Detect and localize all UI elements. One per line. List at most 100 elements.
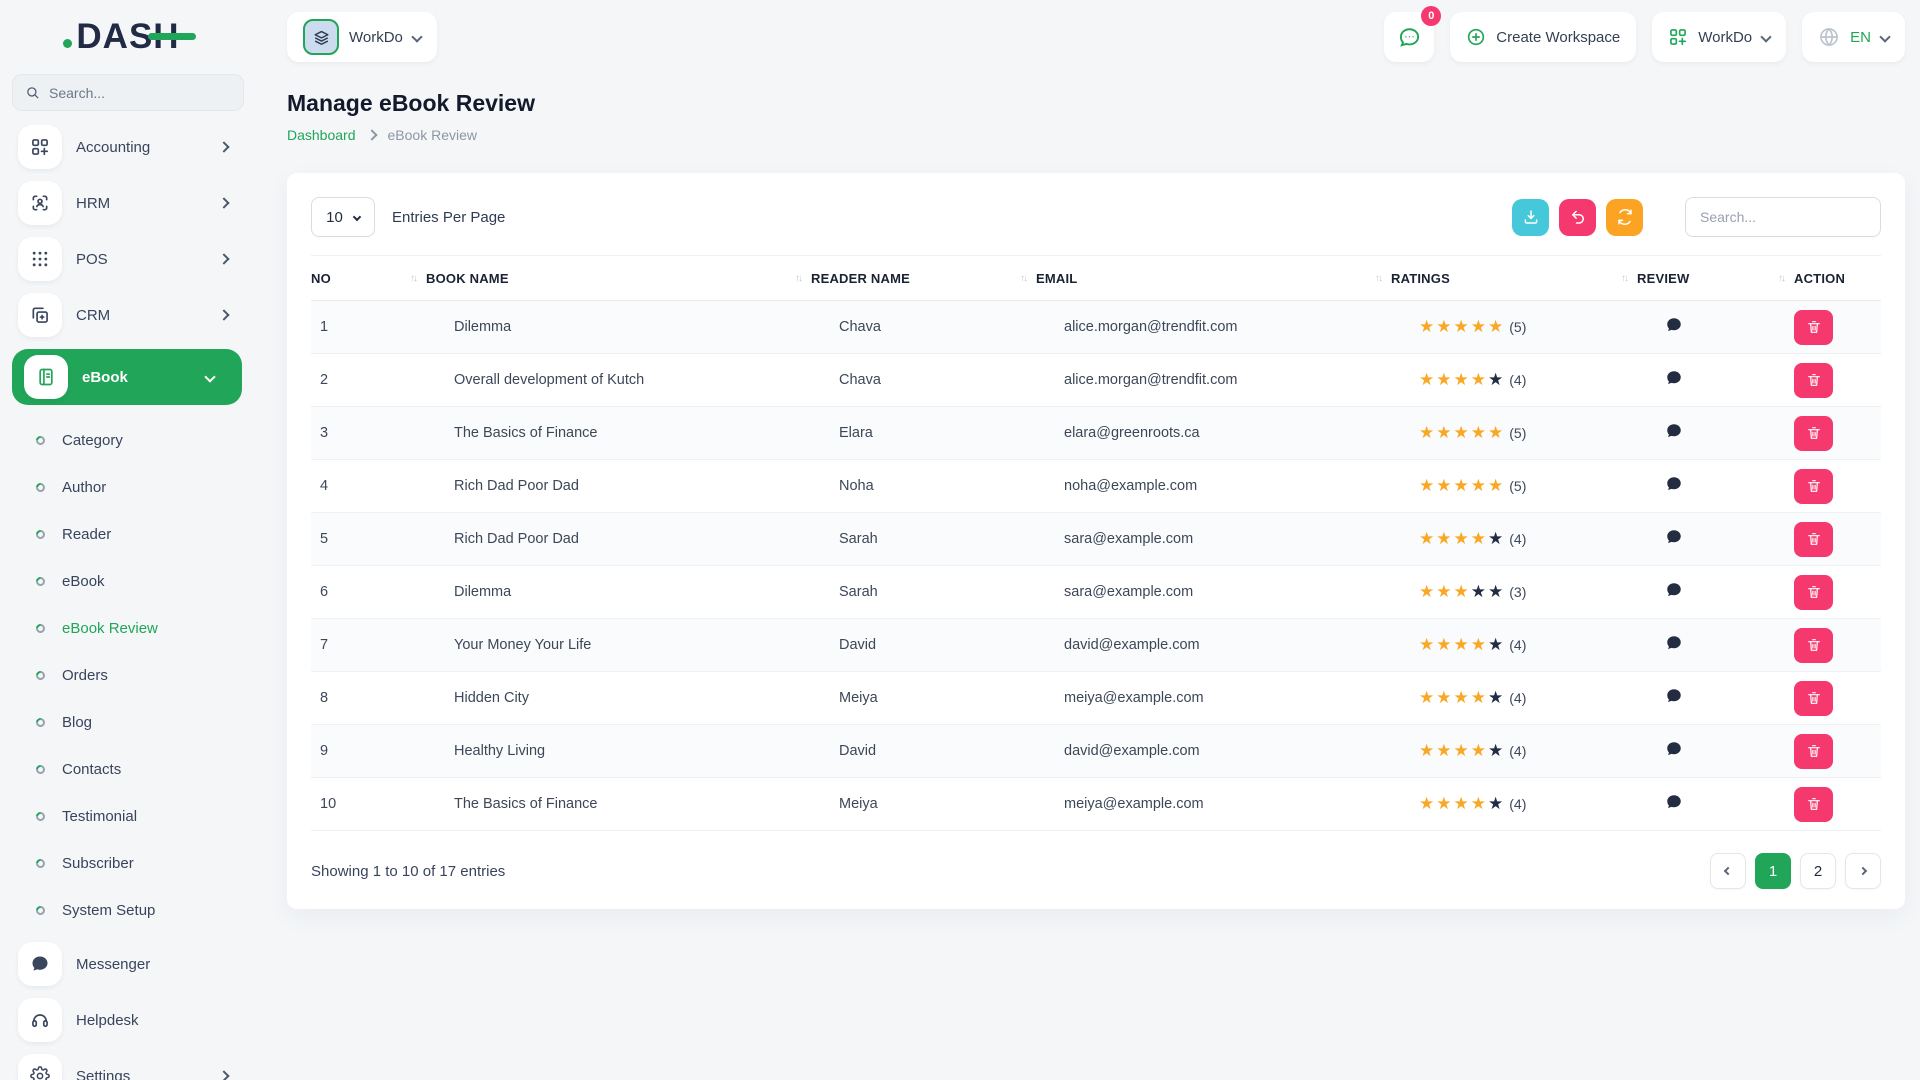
reset-button[interactable] xyxy=(1559,199,1596,236)
delete-button[interactable] xyxy=(1794,734,1833,769)
submenu-item[interactable]: eBook xyxy=(12,558,256,605)
chevron-down-icon xyxy=(1760,31,1771,42)
review-comment-icon[interactable] xyxy=(1665,422,1683,440)
breadcrumb-dashboard-link[interactable]: Dashboard xyxy=(287,127,356,143)
sidebar-item[interactable]: CRM xyxy=(12,293,256,337)
submenu-item[interactable]: System Setup xyxy=(12,887,256,934)
next-page-button[interactable] xyxy=(1845,853,1881,889)
submenu-item-label: Author xyxy=(62,479,106,496)
delete-button[interactable] xyxy=(1794,469,1833,504)
star-filled-icon: ★ xyxy=(1436,688,1453,707)
sidebar-item[interactable]: Messenger xyxy=(12,942,256,986)
submenu-item[interactable]: eBook Review xyxy=(12,605,256,652)
entries-per-page-select[interactable]: 10 xyxy=(311,197,375,237)
page-number-button[interactable]: 2 xyxy=(1800,853,1836,889)
rating-count: (5) xyxy=(1509,319,1526,335)
delete-button[interactable] xyxy=(1794,522,1833,557)
globe-icon xyxy=(1818,26,1840,48)
refresh-button[interactable] xyxy=(1606,199,1643,236)
review-comment-icon[interactable] xyxy=(1665,740,1683,758)
cell-book-name: Dilemma xyxy=(426,584,811,600)
star-filled-icon: ★ xyxy=(1471,741,1488,760)
delete-button[interactable] xyxy=(1794,363,1833,398)
column-header[interactable]: NO ↑↓ xyxy=(311,271,426,286)
sidebar-item[interactable]: HRM xyxy=(12,181,256,225)
submenu-item[interactable]: Subscriber xyxy=(12,840,256,887)
sort-icon[interactable]: ↑↓ xyxy=(1778,273,1784,284)
review-comment-icon[interactable] xyxy=(1665,793,1683,811)
star-filled-icon: ★ xyxy=(1454,529,1471,548)
submenu-item[interactable]: Contacts xyxy=(12,746,256,793)
sidebar-item[interactable]: POS xyxy=(12,237,256,281)
submenu-item[interactable]: Testimonial xyxy=(12,793,256,840)
create-workspace-button[interactable]: Create Workspace xyxy=(1450,12,1636,62)
column-header[interactable]: BOOK NAME ↑↓ xyxy=(426,271,811,286)
star-rating: ★★★★★ xyxy=(1419,636,1505,654)
sidebar-item-ebook[interactable]: eBook xyxy=(12,349,242,405)
delete-button[interactable] xyxy=(1794,416,1833,451)
star-filled-icon: ★ xyxy=(1454,688,1471,707)
cell-review xyxy=(1637,740,1794,762)
prev-page-button[interactable] xyxy=(1710,853,1746,889)
review-comment-icon[interactable] xyxy=(1665,581,1683,599)
workspace-switcher[interactable]: WorkDo xyxy=(287,12,437,62)
bullet-icon xyxy=(34,716,47,729)
top-header: WorkDo 0 Create Workspace WorkDo xyxy=(287,12,1905,62)
book-icon xyxy=(24,355,68,399)
column-header-label: ACTION xyxy=(1794,271,1845,286)
star-filled-icon: ★ xyxy=(1436,423,1453,442)
sidebar-item[interactable]: Accounting xyxy=(12,125,256,169)
delete-button[interactable] xyxy=(1794,628,1833,663)
star-empty-icon: ★ xyxy=(1488,794,1505,813)
chevron-down-icon xyxy=(1879,31,1890,42)
sort-icon[interactable]: ↑↓ xyxy=(1621,273,1627,284)
trash-icon xyxy=(1806,425,1822,441)
table-search-input[interactable] xyxy=(1700,209,1866,225)
review-comment-icon[interactable] xyxy=(1665,634,1683,652)
delete-button[interactable] xyxy=(1794,310,1833,345)
language-selector[interactable]: EN xyxy=(1802,12,1905,62)
review-comment-icon[interactable] xyxy=(1665,369,1683,387)
column-header[interactable]: ACTION xyxy=(1794,271,1881,286)
sort-icon[interactable]: ↑↓ xyxy=(1020,273,1026,284)
submenu-item[interactable]: Reader xyxy=(12,511,256,558)
submenu-item[interactable]: Author xyxy=(12,464,256,511)
workdo-menu-button[interactable]: WorkDo xyxy=(1652,12,1786,62)
review-comment-icon[interactable] xyxy=(1665,528,1683,546)
chevron-right-icon xyxy=(218,309,229,320)
search-icon xyxy=(25,85,40,100)
cell-review xyxy=(1637,793,1794,815)
rating-count: (4) xyxy=(1509,743,1526,759)
review-comment-icon[interactable] xyxy=(1665,316,1683,334)
delete-button[interactable] xyxy=(1794,575,1833,610)
submenu-item[interactable]: Orders xyxy=(12,652,256,699)
review-comment-icon[interactable] xyxy=(1665,475,1683,493)
sidebar-item[interactable]: Settings xyxy=(12,1054,256,1080)
star-filled-icon: ★ xyxy=(1419,582,1436,601)
cell-email: alice.morgan@trendfit.com xyxy=(1036,372,1391,388)
submenu-item[interactable]: Blog xyxy=(12,699,256,746)
messages-button[interactable]: 0 xyxy=(1384,12,1434,62)
cell-book-name: The Basics of Finance xyxy=(426,796,811,812)
star-filled-icon: ★ xyxy=(1454,476,1471,495)
sort-icon[interactable]: ↑↓ xyxy=(795,273,801,284)
column-header[interactable]: READER NAME ↑↓ xyxy=(811,271,1036,286)
bullet-icon xyxy=(34,622,47,635)
sidebar-item[interactable]: Helpdesk xyxy=(12,998,256,1042)
review-comment-icon[interactable] xyxy=(1665,687,1683,705)
cell-action xyxy=(1794,787,1881,822)
submenu-item[interactable]: Category xyxy=(12,417,256,464)
sort-icon[interactable]: ↑↓ xyxy=(410,273,416,284)
export-button[interactable] xyxy=(1512,199,1549,236)
sidebar-search-input[interactable] xyxy=(49,85,231,101)
column-header[interactable]: REVIEW ↑↓ xyxy=(1637,271,1794,286)
column-header[interactable]: RATINGS ↑↓ xyxy=(1391,271,1637,286)
delete-button[interactable] xyxy=(1794,681,1833,716)
sort-icon[interactable]: ↑↓ xyxy=(1375,273,1381,284)
trash-icon xyxy=(1806,584,1822,600)
cell-ratings: ★★★★★ (5) xyxy=(1391,424,1637,442)
app-logo[interactable]: DASH xyxy=(0,14,256,60)
column-header[interactable]: EMAIL ↑↓ xyxy=(1036,271,1391,286)
delete-button[interactable] xyxy=(1794,787,1833,822)
page-number-button[interactable]: 1 xyxy=(1755,853,1791,889)
